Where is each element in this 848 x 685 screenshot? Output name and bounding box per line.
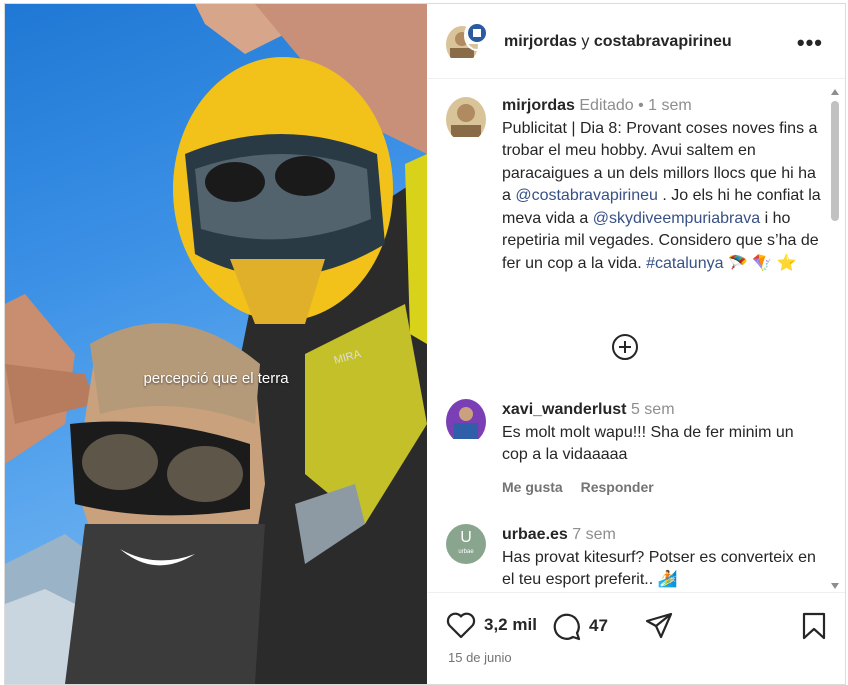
urbae-logo-caption: urbae bbox=[458, 549, 474, 555]
post-header: mirjordas y costabravapirineu ••• bbox=[428, 4, 845, 79]
header-user2[interactable]: costabravapirineu bbox=[594, 33, 732, 50]
header-user1[interactable]: mirjordas bbox=[504, 33, 577, 50]
media-overlay-caption: percepció que el terra bbox=[143, 370, 289, 387]
urbae-logo-letter: U bbox=[460, 529, 472, 546]
scroll-up-arrow-icon[interactable] bbox=[831, 89, 839, 95]
comment-username[interactable]: urbae.es bbox=[502, 526, 568, 543]
comment-username[interactable]: xavi_wanderlust bbox=[502, 401, 627, 418]
comment-time[interactable]: 5 sem bbox=[631, 401, 675, 418]
mention-costabravapirineu[interactable]: @costabravapirineu bbox=[515, 187, 658, 204]
caption-emojis: 🪂 🪁 ⭐ bbox=[727, 254, 797, 272]
comment-text: Es molt molt wapu!!! Sha de fer minim un… bbox=[502, 423, 794, 464]
caption-time[interactable]: 1 sem bbox=[648, 97, 692, 114]
urbae-avatar[interactable]: U urbae bbox=[446, 524, 486, 564]
edited-label: Editado bbox=[579, 97, 634, 114]
post-media[interactable]: MIRA percepció que el terra bbox=[5, 4, 427, 684]
comment-text: Has provat kitesurf? Potser es convertei… bbox=[502, 548, 816, 589]
action-bar: 3,2 mil 47 bbox=[446, 611, 830, 641]
coauthor-avatar[interactable] bbox=[464, 20, 490, 51]
load-more-comments-button[interactable] bbox=[612, 334, 638, 360]
post-footer: 3,2 mil 47 15 de junio bbox=[428, 592, 845, 684]
scroll-down-arrow-icon[interactable] bbox=[831, 583, 839, 589]
heart-icon bbox=[446, 612, 476, 639]
caption-username[interactable]: mirjordas bbox=[502, 97, 575, 114]
comments-count: 47 bbox=[589, 616, 608, 635]
commenter-avatar[interactable] bbox=[446, 399, 486, 444]
comment-time[interactable]: 7 sem bbox=[572, 526, 616, 543]
caption-author-avatar[interactable] bbox=[446, 97, 486, 142]
reply-comment-button[interactable]: Responder bbox=[581, 479, 654, 495]
likes-count[interactable]: 3,2 mil bbox=[484, 615, 537, 635]
share-button[interactable] bbox=[644, 611, 674, 641]
avatar-photo-icon bbox=[446, 97, 486, 137]
comment-button[interactable]: 47 bbox=[551, 611, 608, 641]
more-dots-icon[interactable]: ••• bbox=[797, 30, 823, 56]
comment-body: urbae.es 7 sem Has provat kitesurf? Pots… bbox=[502, 524, 822, 589]
like-comment-button[interactable]: Me gusta bbox=[502, 479, 563, 495]
comment-bubble-icon bbox=[553, 613, 581, 641]
comments-scroll-area[interactable]: mirjordas Editado • 1 sem Publicitat | D… bbox=[428, 79, 845, 589]
post-side-panel: mirjordas y costabravapirineu ••• mirjor… bbox=[428, 4, 845, 684]
send-icon bbox=[645, 612, 673, 639]
skydive-photo: MIRA bbox=[5, 4, 427, 684]
mention-skydiveempuriabrava[interactable]: @skydiveempuriabrava bbox=[593, 210, 760, 227]
header-joiner: y bbox=[581, 33, 590, 50]
instagram-post: MIRA percepció que el terra mirjordas y … bbox=[4, 3, 846, 685]
save-button[interactable] bbox=[801, 611, 827, 641]
scrollbar-thumb[interactable] bbox=[831, 101, 839, 221]
meta-separator: • bbox=[638, 97, 644, 114]
bookmark-icon bbox=[802, 612, 826, 640]
avatar-photo-icon bbox=[446, 399, 486, 439]
costabrava-logo-icon bbox=[466, 22, 488, 44]
comment-body: xavi_wanderlust 5 sem Es molt molt wapu!… bbox=[502, 399, 822, 467]
like-button[interactable]: 3,2 mil bbox=[446, 611, 537, 639]
post-date[interactable]: 15 de junio bbox=[448, 650, 512, 665]
caption-text: mirjordas Editado • 1 sem Publicitat | D… bbox=[502, 95, 822, 275]
scrollbar[interactable] bbox=[831, 89, 839, 589]
hashtag-catalunya[interactable]: #catalunya bbox=[646, 255, 723, 272]
header-authors: mirjordas y costabravapirineu bbox=[504, 33, 732, 51]
comment-actions: Me gusta Responder bbox=[502, 479, 668, 495]
